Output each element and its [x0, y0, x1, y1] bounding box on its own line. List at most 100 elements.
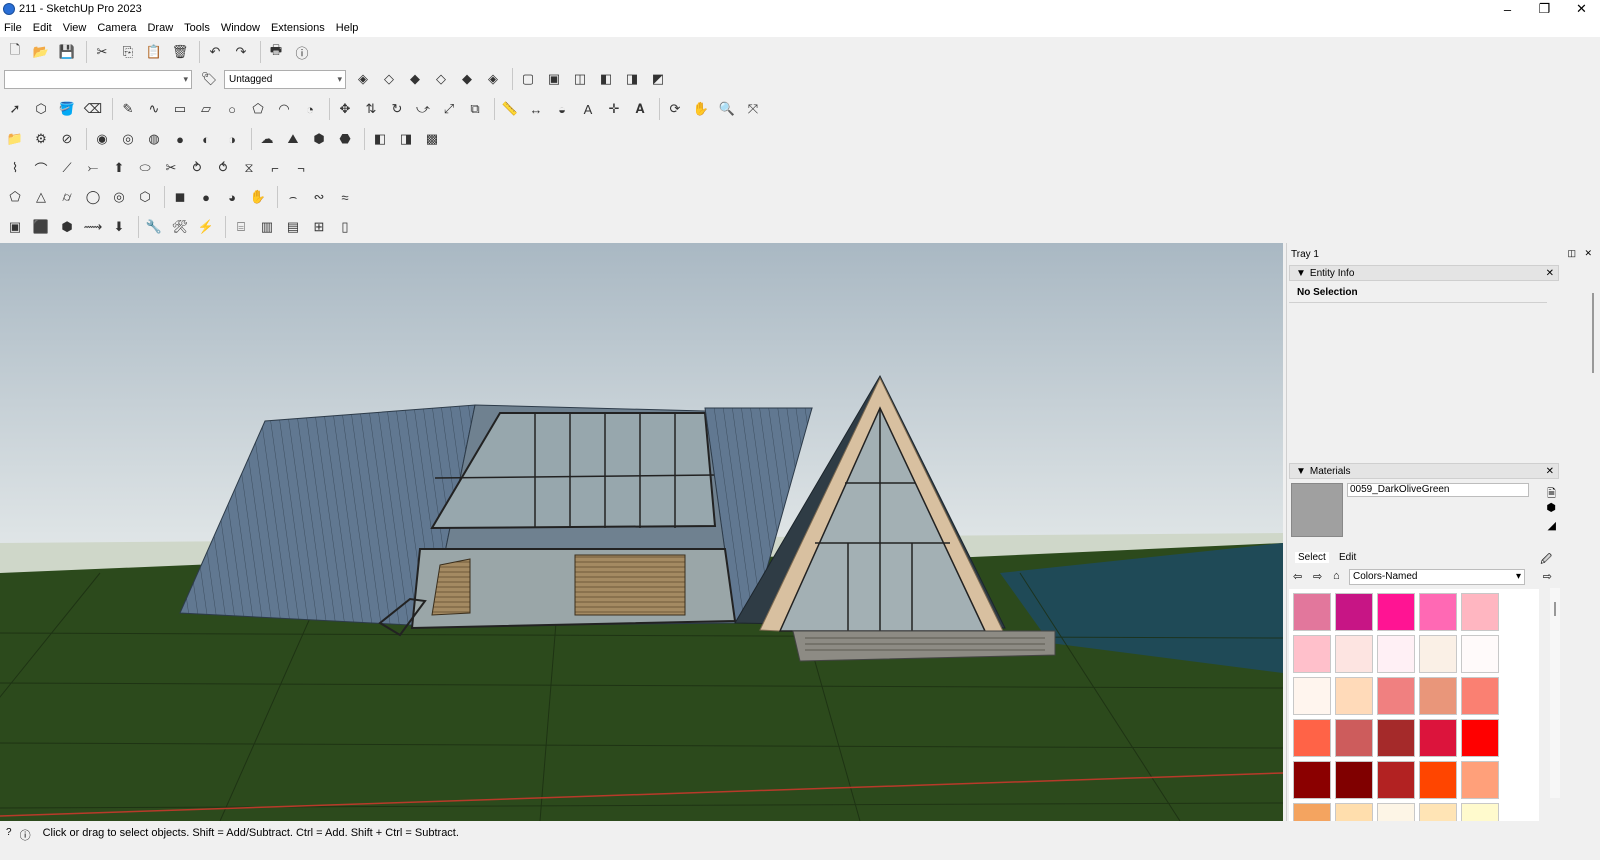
- cube-icon[interactable]: ⬛: [30, 216, 52, 238]
- split-icon[interactable]: ✂: [160, 157, 182, 179]
- material-name-field[interactable]: 0059_DarkOliveGreen: [1347, 483, 1529, 497]
- material-swatch[interactable]: [1461, 761, 1499, 799]
- loft-icon[interactable]: ⧖: [238, 157, 260, 179]
- push-pull-icon[interactable]: ⇅: [360, 98, 382, 120]
- left-view-icon[interactable]: ◈: [482, 68, 504, 90]
- box-icon[interactable]: ▣: [4, 216, 26, 238]
- collapse-icon[interactable]: ▼: [1296, 466, 1306, 477]
- paste-icon[interactable]: 📋: [143, 41, 165, 63]
- sweep-icon[interactable]: ⥀: [212, 157, 234, 179]
- erase-icon[interactable]: 🗑: [169, 41, 191, 63]
- wave-icon[interactable]: ≈: [334, 186, 356, 208]
- rotate-icon[interactable]: ↻: [386, 98, 408, 120]
- material-swatch[interactable]: [1293, 761, 1331, 799]
- iso-view-icon[interactable]: ◈: [352, 68, 374, 90]
- cylinder-icon[interactable]: ⌭: [56, 186, 78, 208]
- copy-icon[interactable]: ⎘: [117, 41, 139, 63]
- 3d-text-icon[interactable]: 𝐀: [629, 98, 651, 120]
- fillet-icon[interactable]: ⌐: [264, 157, 286, 179]
- home-icon[interactable]: ⌂: [1333, 570, 1340, 582]
- wireframe-icon[interactable]: ▣: [543, 68, 565, 90]
- union-icon[interactable]: ●: [169, 128, 191, 150]
- solid-tools-icon[interactable]: ◉: [91, 128, 113, 150]
- material-swatch[interactable]: [1293, 719, 1331, 757]
- layer-input[interactable]: ▾: [4, 69, 192, 89]
- section-fill-icon[interactable]: ▩: [421, 128, 443, 150]
- geodesic-icon[interactable]: ⬡: [134, 186, 156, 208]
- move-icon[interactable]: ✥: [334, 98, 356, 120]
- material-swatch[interactable]: [1335, 677, 1373, 715]
- textured-icon[interactable]: ◨: [621, 68, 643, 90]
- close-icon[interactable]: ✕: [1546, 466, 1554, 477]
- menu-help[interactable]: Help: [332, 22, 366, 34]
- arc-icon[interactable]: ◠: [273, 98, 295, 120]
- select-icon[interactable]: ➚: [4, 98, 26, 120]
- menu-extensions[interactable]: Extensions: [267, 22, 332, 34]
- hand-icon[interactable]: ✋: [247, 186, 269, 208]
- floor-icon[interactable]: ▤: [282, 216, 304, 238]
- axes-icon[interactable]: ✛: [603, 98, 625, 120]
- material-swatch[interactable]: [1377, 593, 1415, 631]
- material-swatch[interactable]: [1461, 719, 1499, 757]
- place-icon[interactable]: ⬇: [108, 216, 130, 238]
- material-swatch[interactable]: [1293, 635, 1331, 673]
- join-icon[interactable]: ⤚: [82, 157, 104, 179]
- tray-scrollbar-thumb[interactable]: [1592, 293, 1594, 373]
- redo-icon[interactable]: ↷: [230, 41, 252, 63]
- swatch-scrollbar[interactable]: [1550, 588, 1560, 798]
- material-editor-icon[interactable]: ◕: [221, 186, 243, 208]
- front-view-icon[interactable]: ◆: [404, 68, 426, 90]
- xray-icon[interactable]: ▢: [517, 68, 539, 90]
- material-swatch[interactable]: [1461, 593, 1499, 631]
- zoom-extents-icon[interactable]: ⤧: [742, 98, 764, 120]
- drape-icon[interactable]: ⬣: [334, 128, 356, 150]
- curviloft-icon[interactable]: ⥁: [186, 157, 208, 179]
- undo-icon[interactable]: ↶: [204, 41, 226, 63]
- minimize-button[interactable]: –: [1489, 0, 1526, 18]
- follow-me-icon[interactable]: ⤻: [412, 98, 434, 120]
- cone-icon[interactable]: △: [30, 186, 52, 208]
- maximize-button[interactable]: ❐: [1526, 0, 1563, 18]
- model-viewport[interactable]: [0, 243, 1283, 821]
- menu-tools[interactable]: Tools: [180, 22, 217, 34]
- info-icon[interactable]: ⓘ: [291, 41, 313, 63]
- tray-scrollbar[interactable]: [1588, 293, 1598, 423]
- polyline-icon[interactable]: ⟋: [56, 157, 78, 179]
- arc-tool-icon[interactable]: ⌒: [30, 157, 52, 179]
- material-swatch[interactable]: [1335, 761, 1373, 799]
- materials-header[interactable]: ▼ Materials ✕: [1289, 463, 1559, 479]
- tape-measure-icon[interactable]: 📏: [499, 98, 521, 120]
- material-swatch[interactable]: [1419, 677, 1457, 715]
- material-swatch[interactable]: [1461, 635, 1499, 673]
- forward-icon[interactable]: ⇨: [1313, 570, 1322, 583]
- chamfer-icon[interactable]: ¬: [290, 157, 312, 179]
- section-plane-icon[interactable]: ◧: [369, 128, 391, 150]
- sandbox-icon[interactable]: ☁: [256, 128, 278, 150]
- freehand-icon[interactable]: ∿: [143, 98, 165, 120]
- help-icon[interactable]: ?: [6, 827, 12, 838]
- polygon-icon[interactable]: ⬠: [247, 98, 269, 120]
- wall-icon[interactable]: ▥: [256, 216, 278, 238]
- right-view-icon[interactable]: ◇: [430, 68, 452, 90]
- spline-icon[interactable]: ∾: [308, 186, 330, 208]
- menu-file[interactable]: File: [0, 22, 29, 34]
- menu-view[interactable]: View: [59, 22, 94, 34]
- circle-icon[interactable]: ○: [221, 98, 243, 120]
- close-icon[interactable]: ✕: [1546, 268, 1554, 279]
- section-cut-icon[interactable]: ◨: [395, 128, 417, 150]
- tab-edit[interactable]: Edit: [1339, 552, 1356, 563]
- sample-paint-icon[interactable]: ◢: [1548, 519, 1556, 532]
- material-swatch[interactable]: [1377, 635, 1415, 673]
- print-icon[interactable]: 🖶: [265, 41, 287, 63]
- back-icon[interactable]: ⇦: [1293, 570, 1302, 583]
- material-swatch[interactable]: [1335, 635, 1373, 673]
- material-swatch[interactable]: [1419, 719, 1457, 757]
- rotated-rectangle-icon[interactable]: ▱: [195, 98, 217, 120]
- trim-icon[interactable]: ◑: [221, 128, 243, 150]
- light-icon[interactable]: ●: [195, 186, 217, 208]
- tab-select[interactable]: Select: [1295, 552, 1329, 563]
- sphere-icon[interactable]: ◯: [82, 186, 104, 208]
- new-icon[interactable]: 🗋: [4, 41, 26, 63]
- menu-camera[interactable]: Camera: [93, 22, 143, 34]
- hex-icon[interactable]: ⬢: [56, 216, 78, 238]
